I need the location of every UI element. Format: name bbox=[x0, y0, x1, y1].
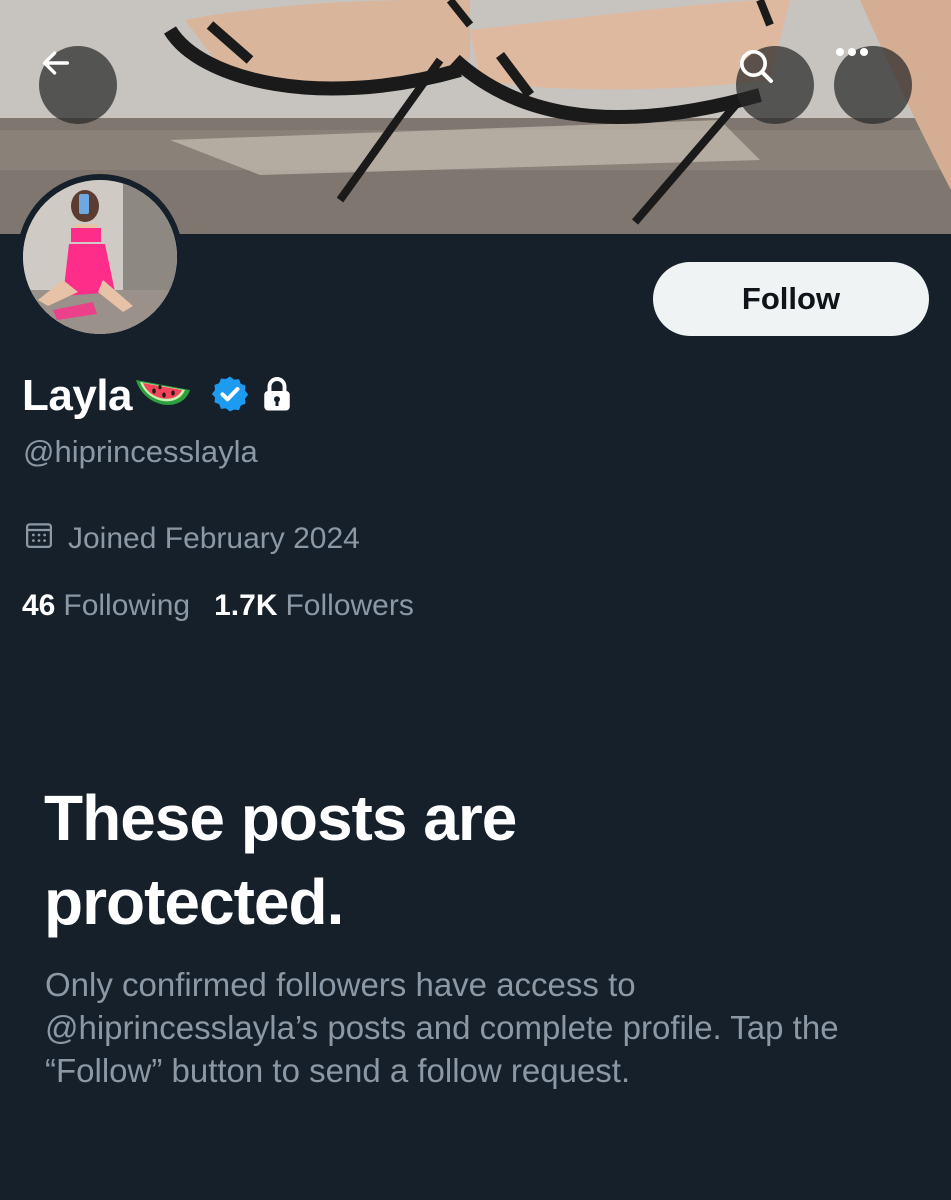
lock-icon bbox=[262, 376, 292, 417]
back-button[interactable] bbox=[39, 46, 117, 124]
followers-stat[interactable]: 1.7K Followers bbox=[214, 589, 414, 623]
profile-handle: @hiprincesslayla bbox=[23, 434, 258, 469]
followers-label: Followers bbox=[285, 589, 414, 622]
more-options-button[interactable] bbox=[834, 46, 912, 124]
following-label: Following bbox=[63, 589, 191, 622]
protected-description: Only confirmed followers have access to … bbox=[45, 966, 839, 1089]
search-icon bbox=[740, 50, 773, 83]
profile-name-row: Layla bbox=[22, 368, 292, 424]
protected-title: These posts are protected. bbox=[44, 782, 517, 938]
following-stat[interactable]: 46 Following bbox=[22, 589, 190, 623]
watermelon-icon bbox=[134, 374, 192, 419]
verified-badge-icon[interactable] bbox=[210, 374, 250, 419]
avatar-image bbox=[23, 180, 177, 334]
followers-count: 1.7K bbox=[214, 589, 278, 622]
search-button[interactable] bbox=[736, 46, 814, 124]
follow-stats: 46 Following 1.7K Followers bbox=[22, 589, 414, 623]
follow-button[interactable]: Follow bbox=[653, 262, 929, 336]
joined-date: Joined February 2024 bbox=[24, 520, 360, 558]
more-options-icon bbox=[836, 48, 868, 56]
calendar-icon bbox=[24, 520, 54, 558]
joined-text: Joined February 2024 bbox=[68, 522, 360, 555]
display-name: Layla bbox=[22, 371, 133, 420]
avatar[interactable] bbox=[17, 174, 183, 340]
following-count: 46 bbox=[22, 589, 56, 622]
back-arrow-icon bbox=[42, 51, 70, 75]
